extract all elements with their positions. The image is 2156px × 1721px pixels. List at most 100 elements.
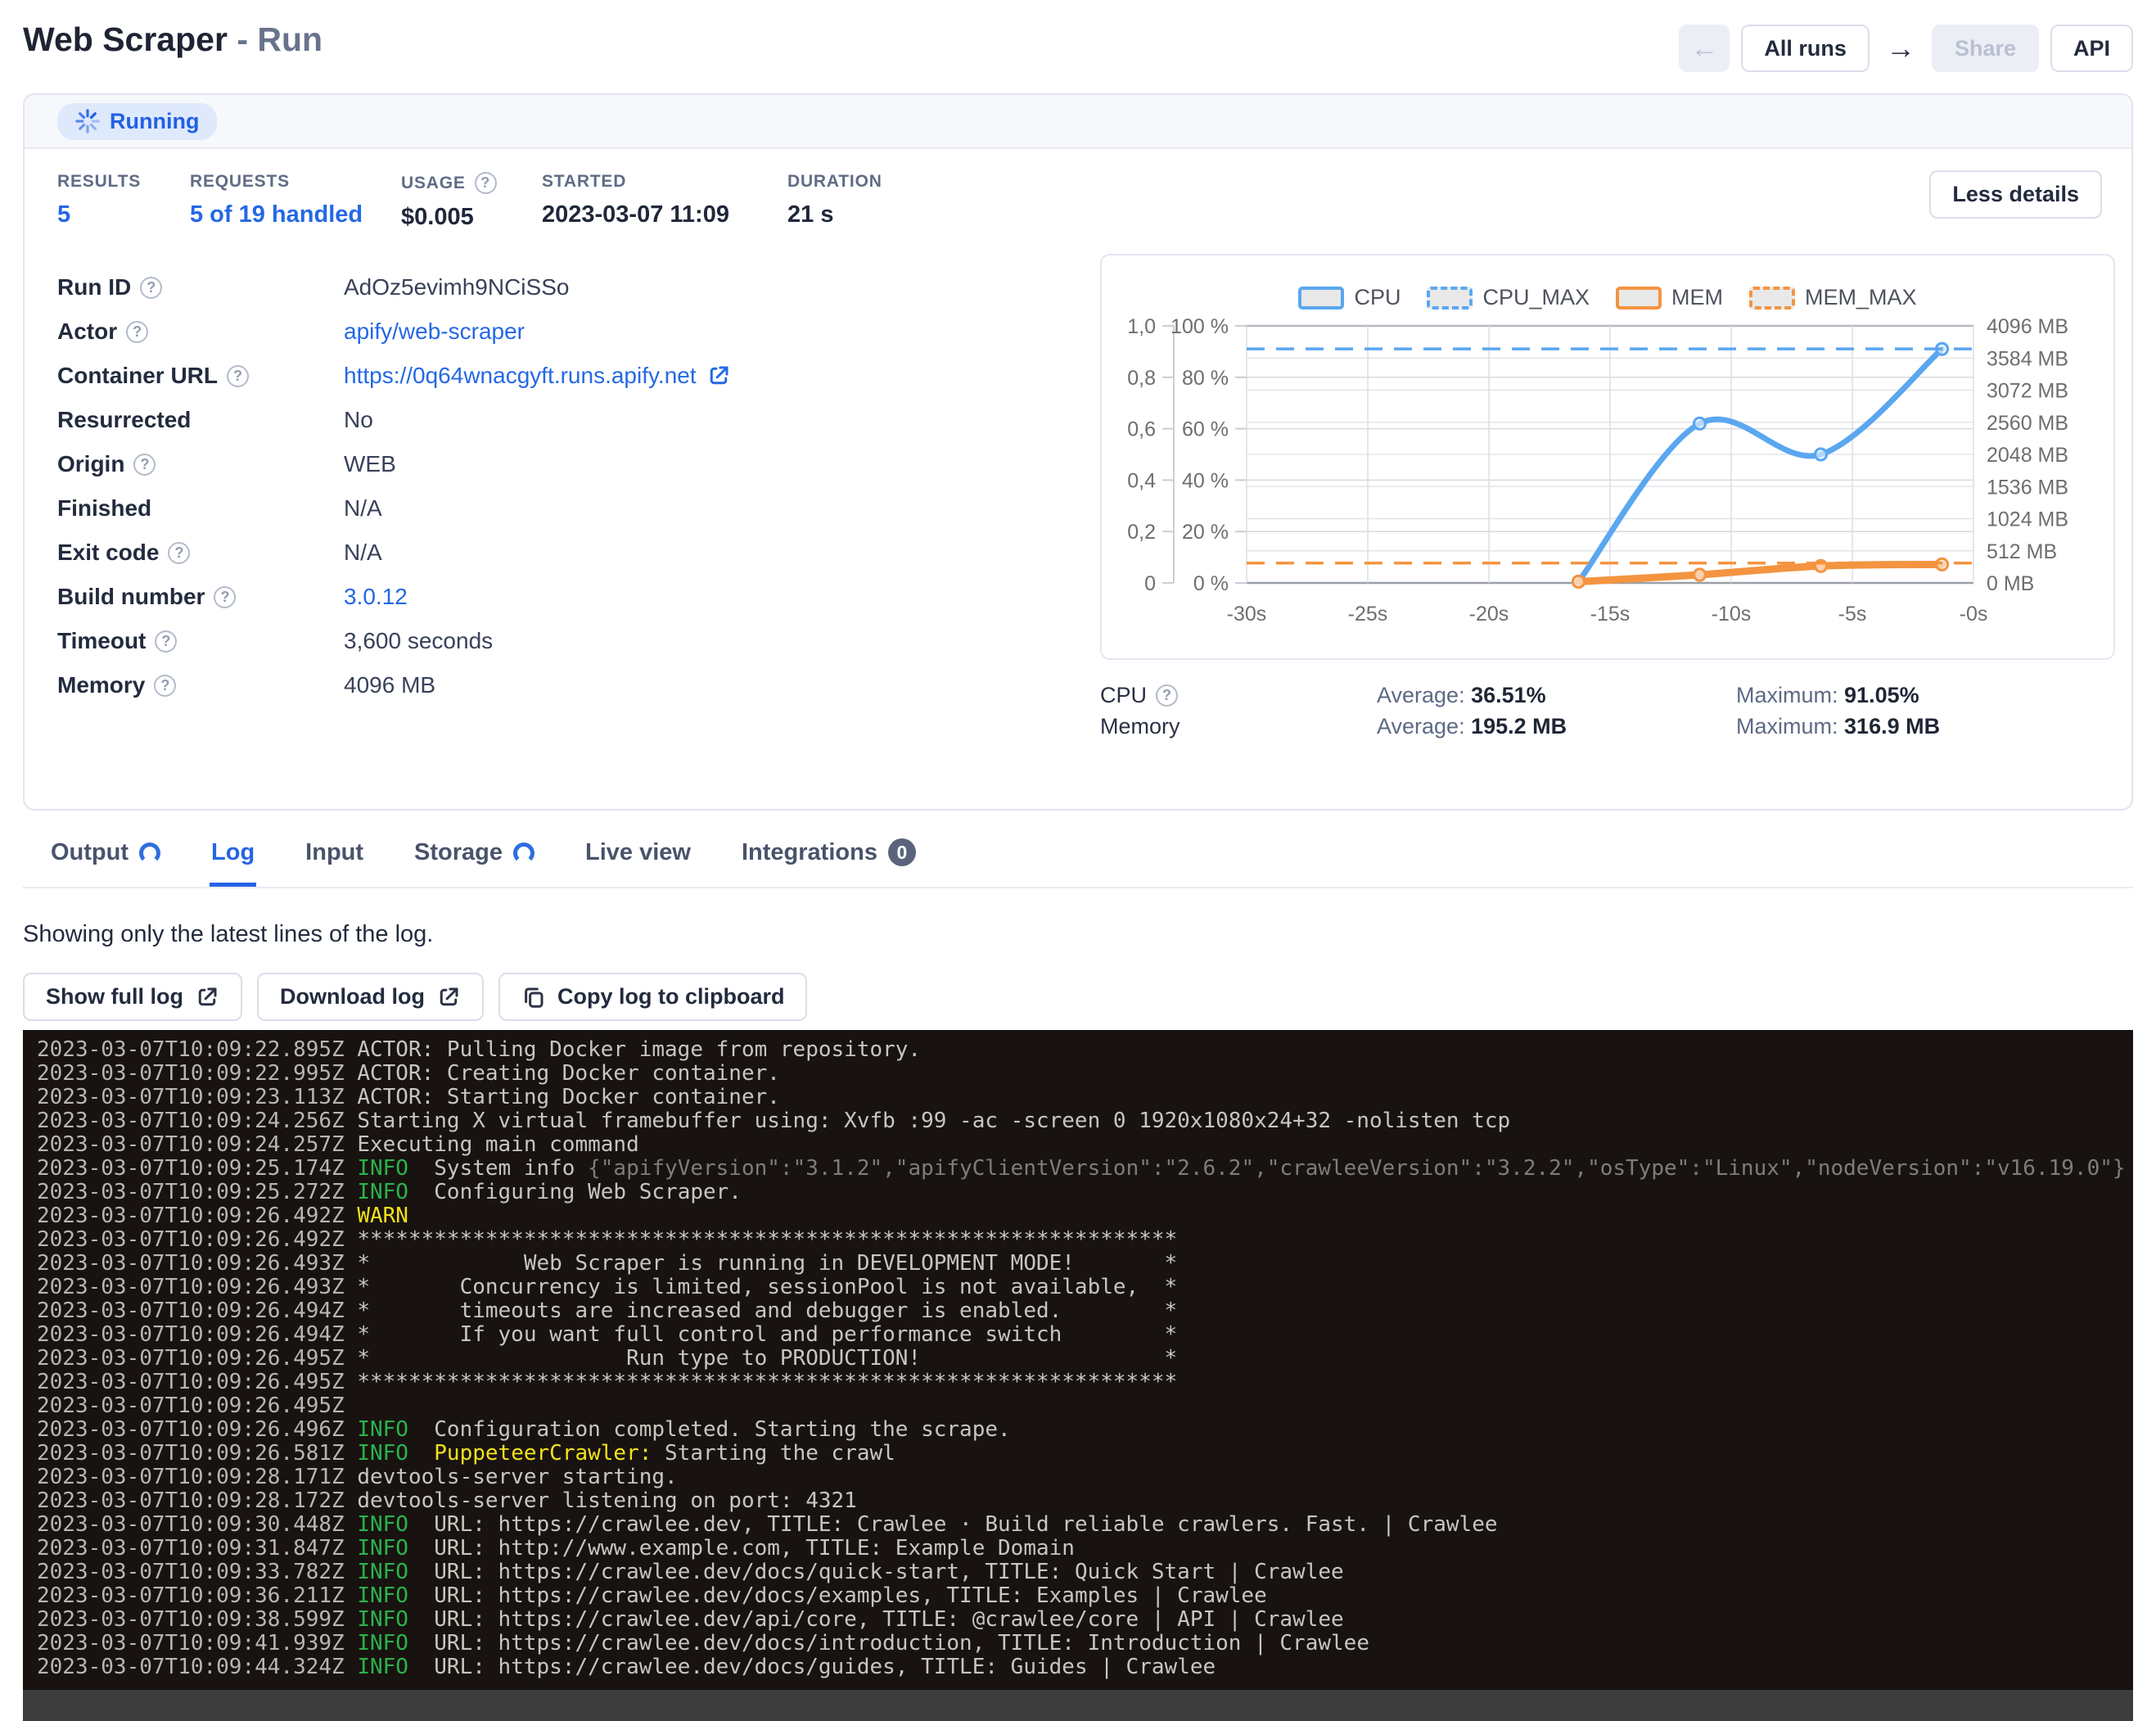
svg-text:-5s: -5s (1838, 603, 1867, 626)
legend-item-cpu[interactable]: CPU (1298, 285, 1400, 310)
help-icon[interactable]: ? (133, 454, 156, 476)
legend-item-mem[interactable]: MEM (1616, 285, 1723, 310)
copy-log-to-clipboard-button[interactable]: Copy log to clipboard (498, 973, 808, 1020)
log-line: 2023-03-07T10:09:26.494Z * timeouts are … (37, 1299, 2133, 1323)
log-line: 2023-03-07T10:09:30.448Z INFO URL: https… (37, 1513, 2133, 1537)
detail-value: N/A (344, 495, 382, 522)
stat-value[interactable]: 5 of 19 handled (190, 201, 401, 228)
less-details-button[interactable]: Less details (1929, 170, 2102, 218)
help-icon[interactable]: ? (155, 630, 177, 653)
usage-metric-label: CPU? (1100, 683, 1178, 708)
svg-text:0,8: 0,8 (1127, 367, 1156, 390)
detail-value-text: 3.0.12 (344, 584, 408, 610)
tab-count-badge: 0 (888, 838, 916, 866)
stats-row: RESULTS5REQUESTS5 of 19 handledUSAGE?$0.… (25, 149, 2131, 246)
help-icon[interactable]: ? (168, 542, 190, 564)
log-lines: 2023-03-07T10:09:22.895Z ACTOR: Pulling … (23, 1030, 2133, 1679)
svg-text:1,0: 1,0 (1127, 315, 1156, 338)
log-horizontal-scrollbar[interactable] (23, 1690, 2133, 1721)
detail-label: Origin? (57, 451, 344, 477)
stat-duration: DURATION 21 s (787, 172, 882, 231)
log-line: 2023-03-07T10:09:24.256Z Starting X virt… (37, 1109, 2133, 1133)
external-link-icon (195, 985, 219, 1010)
detail-row-memory: Memory?4096 MB (57, 663, 1056, 707)
run-page: Web Scraper - Run ← All runs → Share API… (0, 0, 2156, 1721)
svg-text:512 MB: 512 MB (1987, 540, 2057, 563)
svg-text:3584 MB: 3584 MB (1987, 348, 2068, 371)
legend-label: CPU (1354, 285, 1400, 310)
tab-output[interactable]: Output (49, 833, 162, 887)
usage-chart: -30s-25s-20s-15s-10s-5s-0s1,00,80,60,40,… (1102, 255, 2117, 662)
download-log-button[interactable]: Download log (257, 973, 484, 1020)
svg-text:1024 MB: 1024 MB (1987, 508, 2068, 531)
help-icon[interactable]: ? (154, 675, 176, 697)
tab-integrations[interactable]: Integrations0 (740, 832, 918, 887)
detail-label: Run ID? (57, 274, 344, 300)
log-notice: Showing only the latest lines of the log… (23, 921, 2133, 948)
status-badge-label: Running (110, 109, 199, 134)
detail-row-actor: Actor?apify/web-scraper (57, 309, 1056, 354)
detail-value[interactable]: 3.0.12 (344, 584, 408, 610)
api-button[interactable]: API (2050, 25, 2133, 72)
legend-item-mem_max[interactable]: MEM_MAX (1749, 285, 1917, 310)
spinner-icon (75, 109, 100, 133)
detail-label: Resurrected (57, 407, 344, 433)
log-line: 2023-03-07T10:09:26.494Z * If you want f… (37, 1323, 2133, 1347)
status-badge: Running (57, 103, 217, 140)
detail-label: Exit code? (57, 540, 344, 566)
help-icon[interactable]: ? (475, 172, 497, 194)
tab-log[interactable]: Log (210, 833, 256, 887)
svg-text:0,2: 0,2 (1127, 522, 1156, 544)
svg-text:2048 MB: 2048 MB (1987, 444, 2068, 467)
external-link-icon[interactable] (706, 364, 731, 388)
usage-average: Average: 36.51% (1377, 683, 1546, 708)
help-icon[interactable]: ? (214, 586, 236, 608)
stat-value: $0.005 (401, 204, 542, 231)
legend-item-cpu_max[interactable]: CPU_MAX (1427, 285, 1590, 310)
show-full-log-button[interactable]: Show full log (23, 973, 242, 1020)
svg-text:20 %: 20 % (1182, 522, 1229, 544)
all-runs-button[interactable]: All runs (1741, 25, 1870, 72)
log-console[interactable]: 2023-03-07T10:09:22.895Z ACTOR: Pulling … (23, 1030, 2133, 1721)
stat-label: RESULTS (57, 172, 190, 192)
stat-value: 21 s (787, 201, 882, 228)
page-title-secondary: - Run (237, 20, 322, 58)
help-icon[interactable]: ? (1156, 684, 1178, 707)
share-button[interactable]: Share (1932, 25, 2039, 72)
log-actions: Show full log Download log Copy log to cli… (23, 973, 2133, 1020)
help-icon[interactable]: ? (140, 277, 162, 299)
tab-storage[interactable]: Storage (413, 833, 536, 887)
status-strip: Running (25, 95, 2131, 149)
detail-value[interactable]: apify/web-scraper (344, 318, 525, 345)
svg-text:3072 MB: 3072 MB (1987, 380, 2068, 403)
previous-run-button[interactable]: ← (1679, 25, 1730, 72)
svg-text:0,4: 0,4 (1127, 470, 1156, 493)
detail-row-origin: Origin?WEB (57, 442, 1056, 486)
stat-label: DURATION (787, 172, 882, 192)
detail-row-timeout: Timeout?3,600 seconds (57, 619, 1056, 663)
detail-label: Memory? (57, 672, 344, 698)
stat-label: USAGE? (401, 172, 542, 194)
svg-text:40 %: 40 % (1182, 470, 1229, 493)
tab-input[interactable]: Input (304, 833, 365, 887)
detail-value-text: 3,600 seconds (344, 628, 493, 654)
arrow-right-icon: → (1886, 31, 1915, 65)
detail-label: Container URL? (57, 363, 344, 389)
detail-row-finished: FinishedN/A (57, 486, 1056, 531)
detail-value[interactable]: https://0q64wnacgyft.runs.apify.net (344, 363, 731, 389)
log-line: 2023-03-07T10:09:36.211Z INFO URL: https… (37, 1584, 2133, 1608)
help-icon[interactable]: ? (227, 365, 249, 387)
help-icon[interactable]: ? (126, 321, 148, 343)
arrow-left-icon: ← (1690, 33, 1718, 64)
stat-value[interactable]: 5 (57, 201, 190, 228)
log-line: 2023-03-07T10:09:38.599Z INFO URL: https… (37, 1608, 2133, 1632)
log-line: 2023-03-07T10:09:26.492Z WARN (37, 1204, 2133, 1228)
usage-metric-label: Memory (1100, 714, 1180, 739)
next-run-button[interactable]: → (1881, 28, 1920, 69)
usage-summary-row-cpu: CPU?Average: 36.51%Maximum: 91.05% (1100, 683, 2115, 714)
tab-live-view[interactable]: Live view (584, 833, 692, 887)
button-label: Copy log to clipboard (557, 983, 785, 1010)
detail-label: Finished (57, 495, 344, 522)
log-line: 2023-03-07T10:09:25.174Z INFO System inf… (37, 1157, 2133, 1181)
log-line: 2023-03-07T10:09:26.493Z * Concurrency i… (37, 1276, 2133, 1299)
